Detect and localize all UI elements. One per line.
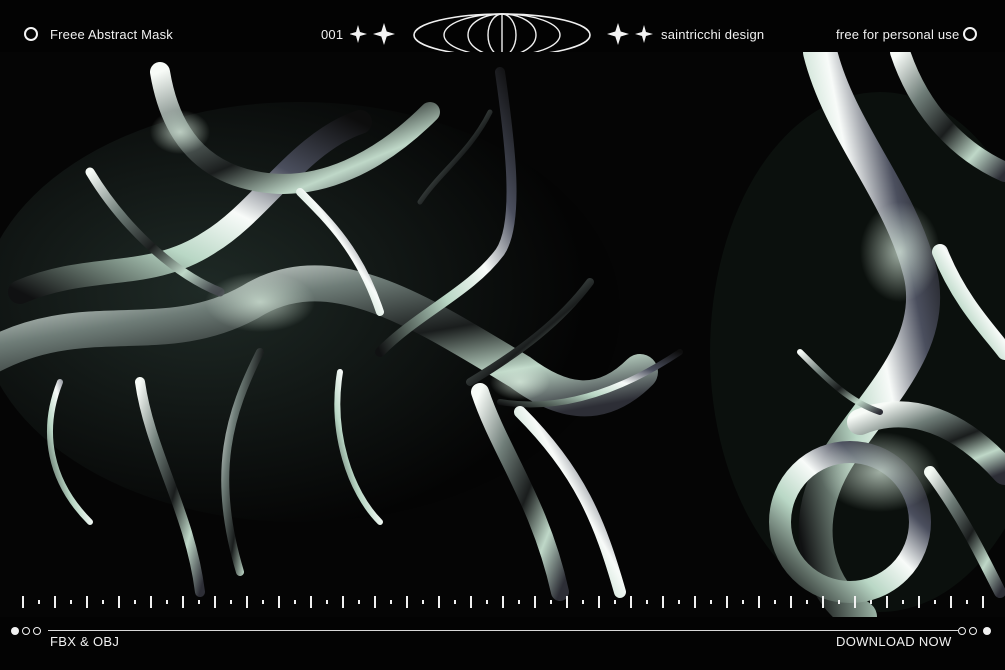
right-dot-1: [958, 627, 966, 635]
right-dot-3: [983, 627, 991, 635]
left-sparkle-icon: [350, 23, 395, 45]
right-ring-icon: [963, 27, 977, 41]
right-sparkle-icon: [607, 23, 653, 45]
left-dot-1: [11, 627, 19, 635]
abstract-mask-artwork: [0, 52, 1005, 617]
formats-label: FBX & OBJ: [50, 634, 120, 649]
top-bar: Freee Abstract Mask 001 saintricchi desi…: [0, 0, 1005, 57]
header-number: 001: [321, 27, 344, 42]
left-dot-3: [33, 627, 41, 635]
left-ring-icon: [24, 27, 38, 41]
right-dot-2: [969, 627, 977, 635]
tick-scale: [22, 596, 984, 608]
footer-divider: [48, 630, 958, 631]
license-note: free for personal use: [836, 27, 960, 42]
download-now-link[interactable]: DOWNLOAD NOW: [836, 634, 952, 649]
header-title: Freee Abstract Mask: [50, 27, 174, 42]
brand-name: saintricchi design: [661, 27, 765, 42]
left-dot-2: [22, 627, 30, 635]
